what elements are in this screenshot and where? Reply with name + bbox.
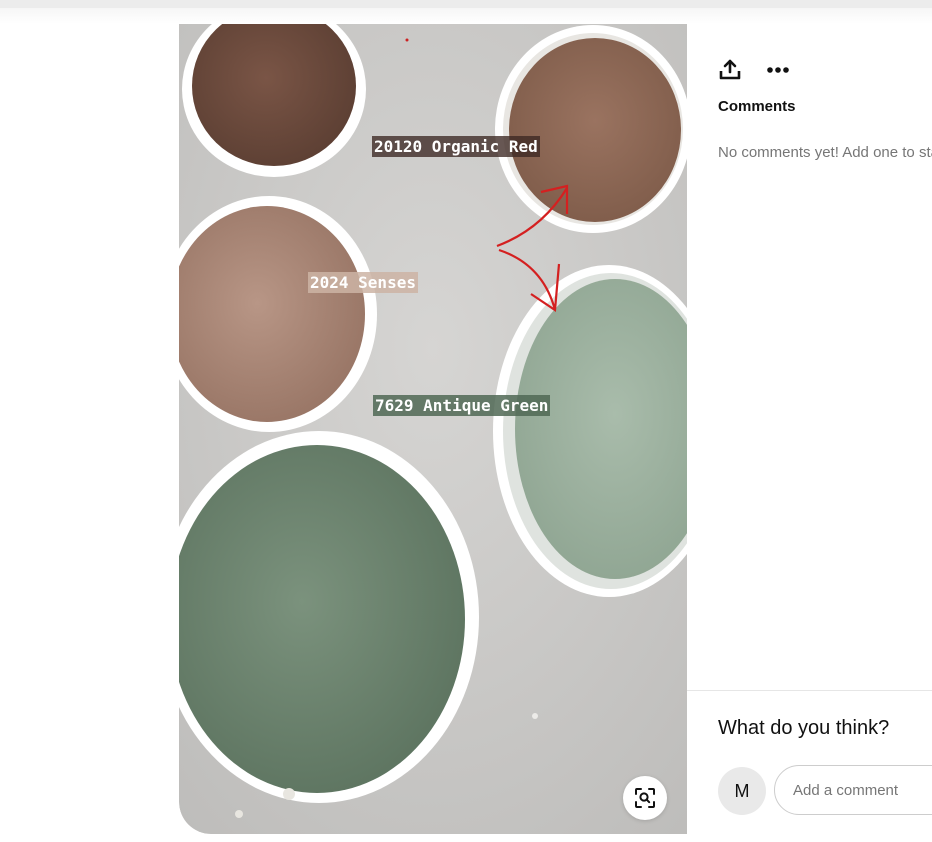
pin-closeup-card: 20120 Organic Red 2024 Senses 7629 Antiq… (179, 24, 932, 834)
avatar[interactable]: M (718, 767, 766, 815)
share-upload-icon (719, 59, 741, 80)
no-comments-message: No comments yet! Add one to start the co… (718, 144, 932, 161)
pin-image[interactable]: 20120 Organic Red 2024 Senses 7629 Antiq… (179, 24, 687, 834)
composer-title: What do you think? (718, 717, 890, 739)
label-organic-red: 20120 Organic Red (372, 136, 540, 157)
top-navigation-bar-edge (0, 0, 932, 8)
organic-red-lid-paint (509, 38, 681, 222)
pin-actions (717, 57, 791, 83)
label-antique-green: 7629 Antique Green (373, 395, 551, 416)
header-shadow (0, 8, 932, 24)
green-can-paint (179, 445, 465, 793)
comments-heading: Comments (718, 98, 796, 115)
visual-search-button[interactable] (623, 776, 667, 820)
label-senses: 2024 Senses (308, 272, 418, 293)
more-options-button[interactable] (765, 57, 791, 83)
comment-composer: What do you think? M (687, 690, 932, 834)
pin-details-panel: Comments No comments yet! Add one to sta… (687, 24, 932, 834)
visual-search-icon (635, 788, 655, 808)
more-horizontal-icon (767, 67, 789, 73)
comment-input[interactable] (774, 765, 932, 815)
share-button[interactable] (717, 57, 743, 83)
